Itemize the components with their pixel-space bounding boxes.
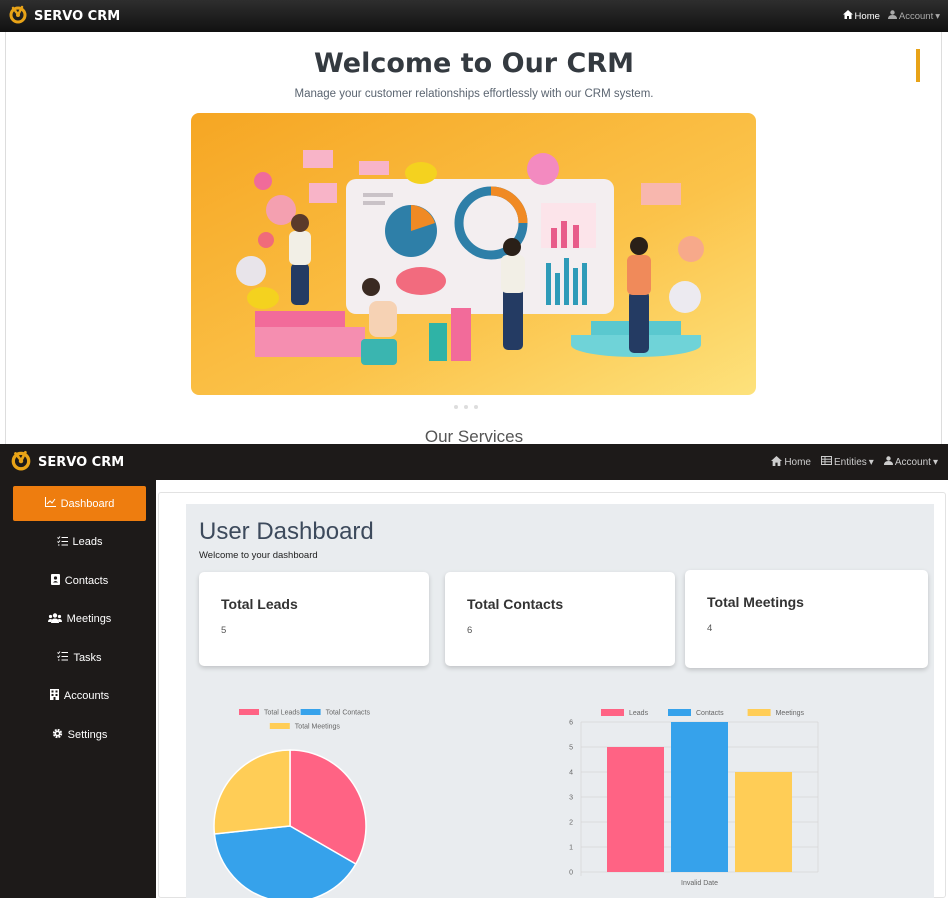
sidebar-item-label: Accounts — [63, 690, 110, 703]
carousel-dot[interactable] — [464, 405, 468, 409]
legend-label: Contacts — [696, 710, 724, 717]
brand-name: SERVO CRM — [38, 454, 125, 470]
nav-entities-label: Entities — [834, 456, 867, 468]
y-tick-label: 1 — [569, 845, 573, 852]
y-tick-label: 6 — [569, 720, 573, 727]
services-heading: Our Services — [424, 427, 524, 444]
pie-slice-total-meetings — [213, 749, 291, 835]
y-tick-label: 0 — [569, 870, 573, 877]
nav-entities-dropdown[interactable]: Entities ▾ — [821, 456, 874, 468]
carousel-dot[interactable] — [454, 405, 458, 409]
caret-down-icon: ▾ — [932, 456, 938, 468]
pie-chart: Total Leads Total Contacts Total Meetings — [213, 709, 371, 898]
stat-card-value: 4 — [707, 623, 713, 634]
user-icon — [887, 10, 897, 22]
stat-card-value: 6 — [467, 625, 473, 636]
sidebar-item-accounts[interactable]: Accounts — [13, 679, 146, 714]
table-icon — [821, 456, 832, 468]
brand[interactable]: SERVO CRM — [10, 449, 124, 475]
legend-label: Total Leads — [264, 710, 300, 717]
stat-card-contacts: Total Contacts 6 — [445, 572, 675, 666]
stat-card-title: Total Contacts — [467, 596, 564, 612]
building-icon — [49, 689, 59, 703]
brand[interactable]: SERVO CRM — [8, 4, 120, 28]
gear-icon — [52, 728, 63, 742]
top-navbar: SERVO CRM Home Account ▾ — [0, 0, 948, 32]
sidebar-item-label: Leads — [72, 536, 103, 549]
carousel-dot[interactable] — [474, 405, 478, 409]
servo-logo-icon — [8, 4, 28, 28]
legend-swatch — [601, 709, 624, 716]
hero-subtitle: Manage your customer relationships effor… — [294, 88, 654, 100]
hero-title: Welcome to Our CRM — [313, 48, 634, 79]
line-chart-icon — [44, 497, 56, 510]
carousel-indicators[interactable] — [454, 405, 478, 409]
sidebar-item-tasks[interactable]: Tasks — [13, 640, 146, 675]
servo-logo-icon — [10, 449, 32, 475]
dashboard-navbar: SERVO CRM Home Entities ▾ Account ▾ — [0, 444, 948, 480]
y-tick-label: 4 — [569, 770, 573, 777]
legend-swatch — [747, 709, 771, 716]
caret-down-icon: ▾ — [868, 456, 874, 468]
nav-home-label: Home — [854, 10, 880, 22]
nav-home-label: Home — [784, 456, 811, 468]
sidebar-item-label: Tasks — [73, 651, 102, 664]
stat-card-title: Total Leads — [221, 596, 298, 612]
bar-chart: Leads Contacts Meetings 0 1 2 3 4 5 6 Invalid Date — [569, 709, 819, 887]
nav-home-link[interactable]: Home — [842, 10, 880, 22]
page-title: User Dashboard — [199, 518, 374, 545]
sidebar-item-leads[interactable]: Leads — [13, 525, 146, 560]
sidebar-item-meetings[interactable]: Meetings — [13, 602, 146, 637]
stat-card-title: Total Meetings — [707, 594, 804, 610]
legend-label: Meetings — [776, 710, 805, 717]
caret-down-icon: ▾ — [935, 10, 940, 22]
contact-book-icon — [50, 573, 60, 588]
nav-account-dropdown[interactable]: Account ▾ — [887, 10, 940, 22]
legend-swatch — [300, 709, 321, 715]
landing-page-screenshot: SERVO CRM Home Account ▾ Welcome to Our … — [0, 0, 948, 444]
legend-label: Leads — [629, 710, 649, 717]
list-check-icon — [57, 651, 69, 664]
dashboard-panel: User Dashboard Welcome to your dashboard… — [186, 504, 934, 898]
bar-meetings — [735, 772, 792, 872]
bar-leads — [607, 747, 664, 872]
main-content: User Dashboard Welcome to your dashboard… — [156, 480, 948, 898]
legend-swatch — [668, 709, 691, 716]
user-icon — [883, 456, 893, 468]
legend-swatch — [239, 709, 259, 715]
brand-name: SERVO CRM — [34, 8, 121, 24]
y-tick-label: 5 — [569, 745, 573, 752]
legend-label: Total Contacts — [326, 710, 371, 717]
nav-account-dropdown[interactable]: Account ▾ — [883, 456, 938, 468]
nav-account-label: Account — [898, 10, 934, 22]
dashboard-screenshot: SERVO CRM Home Entities ▾ Account ▾ Dash… — [0, 444, 948, 898]
sidebar-item-settings[interactable]: Settings — [13, 718, 146, 753]
sidebar-item-label: Contacts — [64, 574, 109, 587]
sidebar-item-contacts[interactable]: Contacts — [13, 563, 146, 598]
x-tick-label: Invalid Date — [681, 880, 718, 887]
stat-card-meetings: Total Meetings 4 — [685, 570, 928, 668]
sidebar-item-label: Settings — [67, 729, 108, 742]
sidebar-item-label: Dashboard — [60, 497, 115, 510]
bar-contacts — [671, 722, 728, 872]
nav-account-label: Account — [894, 456, 931, 468]
page-subtitle: Welcome to your dashboard — [199, 550, 318, 561]
hero-illustration — [191, 113, 756, 395]
sidebar-item-dashboard[interactable]: Dashboard — [13, 486, 146, 521]
stat-card-value: 5 — [221, 625, 227, 636]
home-icon — [771, 455, 783, 469]
y-tick-label: 2 — [569, 820, 573, 827]
legend-label: Total Meetings — [295, 724, 341, 731]
stat-card-leads: Total Leads 5 — [199, 572, 429, 666]
people-icon — [47, 613, 62, 626]
nav-home-link[interactable]: Home — [771, 455, 811, 469]
sidebar-item-label: Meetings — [66, 613, 112, 626]
home-icon — [842, 10, 853, 22]
legend-swatch — [269, 723, 290, 729]
sidebar: Dashboard Leads Contacts Meetings Tasks — [0, 480, 156, 898]
y-tick-label: 3 — [569, 795, 573, 802]
list-check-icon — [56, 535, 68, 549]
